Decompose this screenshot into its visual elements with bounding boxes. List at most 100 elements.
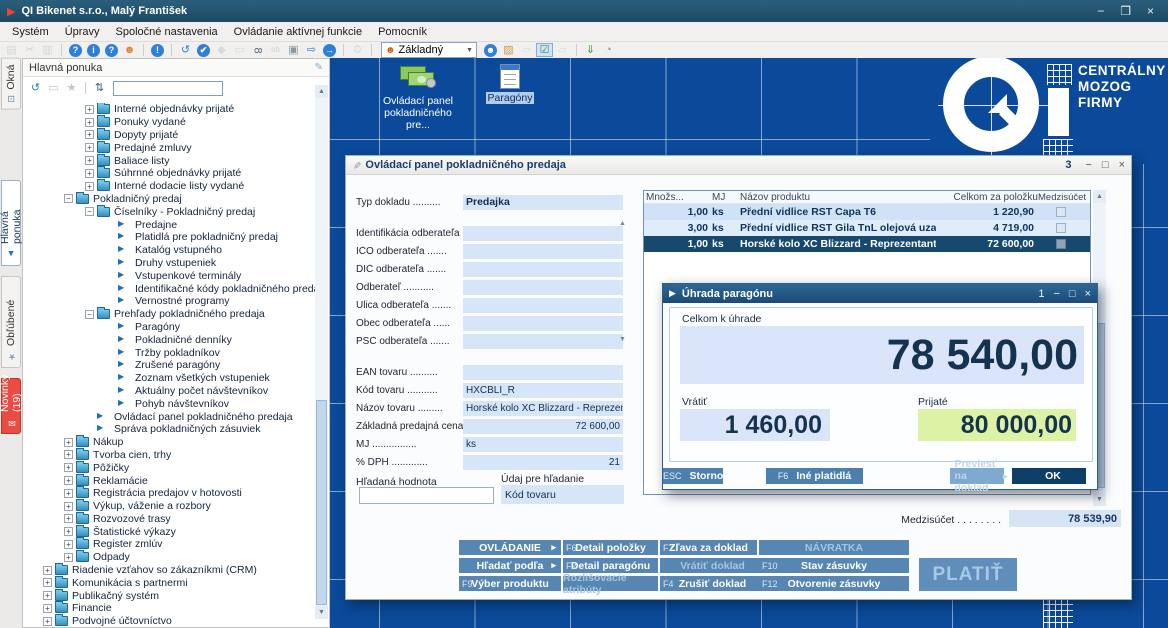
tree-item[interactable]: Register zmlúv [23, 538, 317, 551]
tree-item[interactable]: Interné objednávky prijaté [23, 103, 317, 116]
user-account-icon[interactable]: ☻ [484, 44, 497, 57]
tree-item[interactable]: Vstupenkové terminály [23, 269, 317, 282]
form-field-value[interactable]: Predajka [463, 195, 623, 210]
ok-button[interactable]: OK [1012, 468, 1086, 484]
expand-toggle-icon[interactable] [64, 514, 73, 523]
expand-toggle-icon[interactable] [85, 105, 94, 114]
tree-item[interactable]: Riadenie vzťahov so zákazníkmi (CRM) [23, 564, 317, 577]
ine-platidla-button[interactable]: F6 Iné platidlá [766, 468, 863, 484]
pos-dialog-titlebar[interactable]: ✎ Ovládací panel pokladničného predaja 3… [346, 156, 1131, 175]
close-button[interactable]: × [1147, 4, 1154, 18]
expand-toggle-icon[interactable] [64, 463, 73, 472]
tree-item[interactable]: Financie [23, 602, 317, 615]
form-field-value[interactable] [463, 226, 623, 241]
scroll-down-icon[interactable]: ▼ [619, 336, 626, 343]
form-field-value[interactable]: HXCBLI_R [463, 383, 623, 398]
tree-item[interactable]: Súhrnné objednávky prijaté [23, 167, 317, 180]
tab-okna[interactable]: ⊡ Okná [1, 58, 21, 110]
expand-toggle-icon[interactable] [64, 450, 73, 459]
view-settings-icon[interactable]: ☑ [536, 43, 553, 57]
profile-dropdown[interactable]: ☻ Základný ▼ [381, 42, 477, 58]
dialog-maximize-button[interactable]: □ [1102, 159, 1109, 171]
tree-item[interactable]: Interné dodacie listy vydané [23, 180, 317, 193]
restore-button[interactable]: ❐ [1120, 4, 1131, 18]
form-field-value[interactable] [463, 280, 623, 295]
tree-item[interactable]: Nákup [23, 436, 317, 449]
ovladanie-button[interactable]: OVLÁDANIE [459, 540, 561, 555]
form-field-value[interactable]: ks [463, 437, 623, 452]
tree-item[interactable]: Katalóg vstupného [23, 244, 317, 257]
scroll-down-icon[interactable]: ▼ [1093, 493, 1106, 506]
refresh-icon[interactable]: ↺ [177, 43, 194, 57]
medzisucet-checkbox[interactable] [1056, 223, 1066, 233]
column-header-unit[interactable]: MJ [712, 192, 740, 203]
table-row[interactable]: 3,00 ks Přední vidlice RST Gila TnL olej… [644, 220, 1090, 236]
tree-item[interactable]: Tvorba cien, trhy [23, 449, 317, 462]
scrollbar-thumb[interactable] [316, 400, 327, 605]
tree-item[interactable]: Dopyty prijaté [23, 129, 317, 142]
expand-toggle-icon[interactable] [64, 194, 73, 203]
search-value-input[interactable] [359, 487, 494, 504]
desktop-icon-paragony[interactable]: Paragóny [478, 64, 542, 104]
tree-item[interactable]: Platidlá pre pokladničný predaj [23, 231, 317, 244]
expand-toggle-icon[interactable] [64, 540, 73, 549]
form-field-value[interactable] [463, 298, 623, 313]
form-field-value[interactable] [463, 316, 623, 331]
help-icon[interactable]: ? [69, 44, 82, 57]
tree-item[interactable]: Zrušené paragóny [23, 359, 317, 372]
form-field-value[interactable] [463, 262, 623, 277]
notifications-icon[interactable]: ! [151, 44, 164, 57]
tree-item[interactable]: Aktuálny počet návštevníkov [23, 385, 317, 398]
dialog-close-button[interactable]: × [1119, 159, 1125, 171]
menu-item[interactable]: Úpravy [57, 24, 108, 40]
column-header-total[interactable]: Celkom za položku [936, 192, 1038, 203]
expand-toggle-icon[interactable] [85, 118, 94, 127]
tab-hlavna-ponuka[interactable]: ▲ Hlavná ponuka [1, 180, 21, 266]
hladat-podla-button[interactable]: Hľadať podľa [459, 558, 561, 573]
sort-az-icon[interactable]: ⇅ [91, 81, 108, 95]
expand-toggle-icon[interactable] [43, 591, 52, 600]
expand-toggle-icon[interactable] [64, 476, 73, 485]
stav-zasuvky-button[interactable]: F10 Stav zásuvky [759, 558, 909, 573]
tree-search-input[interactable] [113, 81, 223, 96]
expand-toggle-icon[interactable] [85, 169, 94, 178]
expand-toggle-icon[interactable] [43, 604, 52, 613]
refresh-icon[interactable]: ↺ [27, 81, 44, 95]
storno-button[interactable]: ESC Storno [663, 468, 723, 484]
minimize-button[interactable]: − [1097, 4, 1104, 18]
dialog-minimize-button[interactable]: − [1085, 159, 1091, 171]
timer-icon[interactable]: ◔ [600, 43, 617, 57]
expand-toggle-icon[interactable] [64, 438, 73, 447]
form-field-value[interactable] [463, 334, 623, 349]
tree-item[interactable]: Registrácia predajov v hotovosti [23, 487, 317, 500]
confirm-icon[interactable]: ✔ [197, 44, 210, 57]
tree-item[interactable]: Zoznam všetkých vstupeniek [23, 372, 317, 385]
help-assistant-icon[interactable]: ☻ [121, 43, 138, 57]
table-row[interactable]: 1,00 ks Horské kolo XC Blizzard - Reprez… [644, 236, 1090, 252]
tab-oblubene[interactable]: ★ Obľúbené [1, 276, 21, 368]
tree-item[interactable]: Vernostné programy [23, 295, 317, 308]
menu-item[interactable]: Pomocník [370, 24, 435, 40]
help-whats-this-icon[interactable]: ? [105, 44, 118, 57]
tree-item[interactable]: Reklamácie [23, 474, 317, 487]
desktop-icon-ovladaci-panel[interactable]: Ovládací panel pokladničného pre... [372, 64, 464, 131]
tree-item[interactable]: Prehľady pokladničného predaja [23, 308, 317, 321]
expand-toggle-icon[interactable] [85, 143, 94, 152]
received-value-input[interactable]: 80 000,00 [918, 409, 1076, 441]
tree-item[interactable]: Pohyb návštevníkov [23, 397, 317, 410]
expand-toggle-icon[interactable] [85, 182, 94, 191]
favorite-icon[interactable]: ★ [63, 81, 80, 95]
expand-toggle-icon[interactable] [64, 489, 73, 498]
column-header-subtotal[interactable]: Medzisúčet [1038, 192, 1084, 203]
scroll-down-icon[interactable]: ▼ [315, 606, 328, 619]
menu-item[interactable]: Ovládanie aktívnej funkcie [226, 24, 370, 40]
scroll-up-icon[interactable]: ▲ [619, 220, 626, 227]
menu-item[interactable]: Spoločné nastavenia [108, 24, 226, 40]
detail-polozky-button[interactable]: F6 Detail položky [563, 540, 658, 555]
tree-item[interactable]: Ponuky vydané [23, 116, 317, 129]
tree-item[interactable]: Podvojné účtovníctvo [23, 615, 317, 628]
tree-item[interactable]: Pôžičky [23, 461, 317, 474]
scroll-up-icon[interactable]: ▲ [1093, 190, 1106, 203]
search-by-value[interactable]: Kód tovaru [501, 485, 624, 504]
tree-item[interactable]: Baliace listy [23, 154, 317, 167]
